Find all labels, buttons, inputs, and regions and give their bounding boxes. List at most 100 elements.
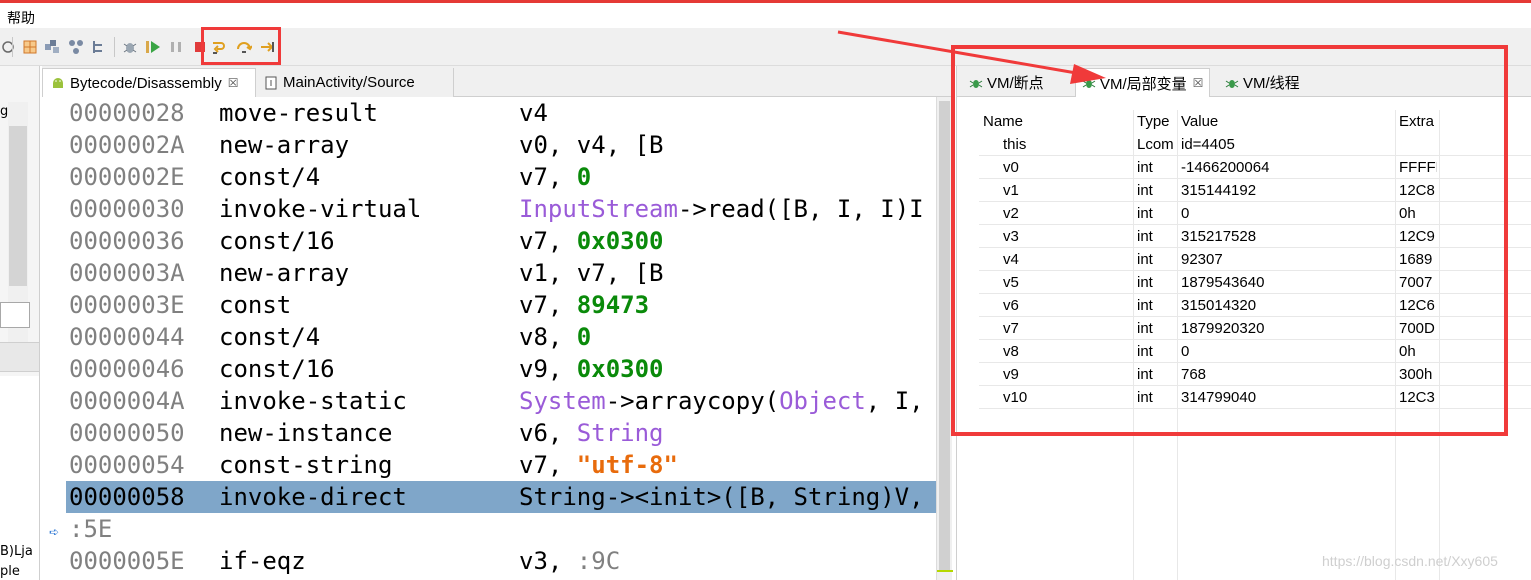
source-file-icon: [265, 76, 277, 89]
code-line[interactable]: 0000004A invoke-static System->arraycopy(O…: [66, 385, 936, 417]
code-token: v6,: [519, 419, 577, 447]
code-line[interactable]: :5E: [66, 513, 936, 545]
code-operands: InputStream->read([B, I, I)I: [519, 193, 924, 225]
code-token: Object: [779, 387, 866, 415]
code-address: 0000003A: [69, 259, 185, 287]
code-operands: v8, 0: [519, 321, 591, 353]
left-panel-header: [0, 342, 39, 372]
code-line[interactable]: 0000002E const/4 v7, 0: [66, 161, 936, 193]
code-line[interactable]: 0000002A new-array v0, v4, [B: [66, 129, 936, 161]
code-token: :9C: [576, 547, 621, 575]
code-opcode: const/16: [219, 355, 335, 383]
left-scrollbar-thumb[interactable]: [9, 126, 27, 286]
android-icon: [53, 78, 63, 88]
code-opcode: const/4: [219, 163, 321, 191]
nodes-icon[interactable]: [68, 39, 84, 55]
code-line[interactable]: 00000044 const/4 v8, 0: [66, 321, 936, 353]
code-address: 0000004A: [69, 387, 185, 415]
code-operands: v9, 0x0300: [519, 353, 664, 385]
code-line[interactable]: 00000028 move-result v4: [66, 97, 936, 129]
code-line[interactable]: 0000005E if-eqz v3, :9C: [66, 545, 936, 577]
code-token: String-><init>([B, String)V,: [519, 483, 924, 511]
watermark: https://blog.csdn.net/Xxy605: [1322, 553, 1498, 569]
code-address: 00000058: [69, 483, 185, 511]
left-side-panel: g B)Lja ple: [0, 66, 40, 580]
code-token: v1, v7, [B: [519, 259, 664, 287]
code-line[interactable]: 00000046 const/16 v9, 0x0300: [66, 353, 936, 385]
scrollbar-marker: [937, 570, 953, 572]
toolbar-separator: [12, 37, 13, 57]
code-token: v3,: [519, 547, 577, 575]
close-icon[interactable]: ☒: [228, 76, 239, 90]
code-opcode: const: [219, 291, 292, 319]
code-opcode: new-instance: [219, 419, 393, 447]
code-opcode: const-string: [219, 451, 393, 479]
code-opcode: const/4: [219, 323, 321, 351]
menu-help[interactable]: 帮助: [7, 8, 35, 28]
code-label: :5E: [69, 515, 113, 543]
menu-bar: 帮助: [0, 3, 1531, 28]
left-panel-fragment: ple: [0, 564, 20, 579]
code-line-current[interactable]: 00000058 invoke-direct String-><init>([B, …: [66, 481, 936, 513]
code-operands: v7, "utf-8": [519, 449, 678, 481]
code-gutter: ➪: [42, 97, 66, 580]
code-operands: v7, 0: [519, 161, 591, 193]
code-token: "utf-8": [576, 451, 678, 479]
code-opcode: invoke-virtual: [219, 195, 422, 223]
code-token: , I,: [865, 387, 924, 415]
tab-bytecode-disassembly[interactable]: Bytecode/Disassembly ☒: [42, 68, 256, 97]
code-token: 0x0300: [576, 355, 664, 383]
pause-icon[interactable]: [168, 39, 184, 55]
code-operands: String-><init>([B, String)V,: [519, 481, 924, 513]
code-address: 00000054: [69, 451, 185, 479]
tab-mainactivity-source[interactable]: MainActivity/Source: [256, 68, 454, 97]
layout-grid-icon[interactable]: [22, 39, 38, 55]
code-operands: v3, :9C: [519, 545, 620, 577]
code-token: 89473: [576, 291, 650, 319]
bytecode-editor: Bytecode/Disassembly ☒ MainActivity/Sour…: [42, 66, 953, 580]
code-token: v7,: [519, 291, 577, 319]
toolbar-separator: [114, 37, 115, 57]
instruction-pointer-icon: ➪: [49, 525, 60, 539]
code-view[interactable]: 00000028 move-result v4 0000002A new-array v0…: [66, 97, 936, 580]
code-opcode: invoke-static: [219, 387, 407, 415]
code-token: String: [576, 419, 664, 447]
refresh-icon[interactable]: [0, 39, 16, 55]
tree-icon[interactable]: [91, 39, 107, 55]
code-line[interactable]: 00000036 const/16 v7, 0x0300: [66, 225, 936, 257]
debug-bug-icon[interactable]: [122, 39, 138, 55]
variables-highlight-box: [951, 45, 1508, 436]
code-operands: v7, 0x0300: [519, 225, 664, 257]
code-opcode: invoke-direct: [219, 483, 407, 511]
code-token: v8,: [519, 323, 577, 351]
tab-label: MainActivity/Source: [283, 74, 415, 91]
code-operands: System->arraycopy(Object, I,: [519, 385, 924, 417]
editor-scrollbar-thumb[interactable]: [939, 101, 950, 571]
code-line[interactable]: 0000003E const v7, 89473: [66, 289, 936, 321]
code-line[interactable]: 00000050 new-instance v6, String: [66, 417, 936, 449]
tab-label: Bytecode/Disassembly: [70, 74, 222, 92]
code-line[interactable]: 0000003A new-array v1, v7, [B: [66, 257, 936, 289]
code-address: 0000003E: [69, 291, 185, 319]
code-line[interactable]: 00000030 invoke-virtual InputStream->read(…: [66, 193, 936, 225]
code-address: 00000028: [69, 99, 185, 127]
code-line[interactable]: 00000054 const-string v7, "utf-8": [66, 449, 936, 481]
left-panel-fragment: B)Lja: [0, 544, 33, 559]
code-opcode: const/16: [219, 227, 335, 255]
code-token: v0, v4, [B: [519, 131, 664, 159]
code-token: InputStream: [519, 195, 678, 223]
left-input-field[interactable]: [0, 302, 30, 328]
code-address: 00000030: [69, 195, 185, 223]
code-token: v9,: [519, 355, 577, 383]
editor-scrollbar[interactable]: [936, 97, 953, 580]
code-opcode: move-result: [219, 99, 378, 127]
code-opcode: new-array: [219, 131, 350, 159]
run-icon[interactable]: [145, 39, 161, 55]
table-icon[interactable]: [44, 39, 60, 55]
code-token: ->arraycopy(: [605, 387, 780, 415]
code-address: 00000036: [69, 227, 185, 255]
code-token: 0: [576, 163, 592, 191]
code-operands: v1, v7, [B: [519, 257, 664, 289]
code-token: v7,: [519, 227, 577, 255]
editor-tab-bar: Bytecode/Disassembly ☒ MainActivity/Sour…: [42, 66, 952, 97]
